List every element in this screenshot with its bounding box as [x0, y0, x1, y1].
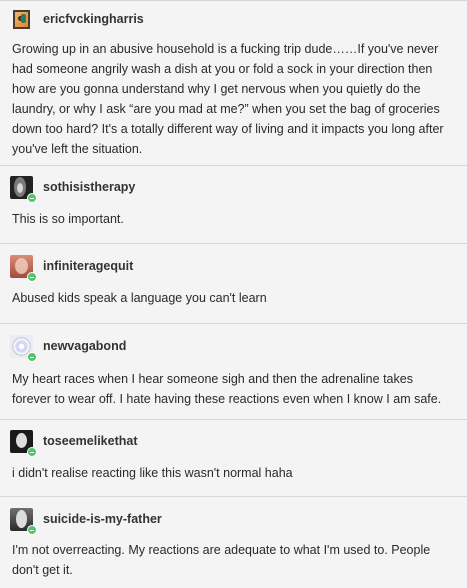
- avatar-image: [10, 7, 33, 31]
- post-entry: infiniteragequit Abused kids speak a lan…: [0, 244, 467, 324]
- follow-icon[interactable]: [27, 271, 37, 282]
- avatar[interactable]: [10, 429, 37, 457]
- avatar[interactable]: [10, 334, 37, 362]
- post-entry: sothisistherapy This is so important.: [0, 166, 467, 244]
- follow-icon[interactable]: [27, 446, 37, 457]
- avatar[interactable]: [10, 7, 33, 31]
- post-text: Growing up in an abusive household is a …: [12, 42, 444, 156]
- post-text: i didn't realise reacting like this wasn…: [12, 466, 293, 480]
- post-text: This is so important.: [12, 212, 124, 226]
- post-header: toseemelikethat: [10, 429, 137, 457]
- follow-icon[interactable]: [27, 351, 37, 362]
- post-entry: ericfvckingharris Growing up in an abusi…: [0, 1, 467, 166]
- post-header: infiniteragequit: [10, 254, 133, 282]
- post-header: suicide-is-my-father: [10, 507, 162, 535]
- cube-avatar-icon: [13, 9, 30, 29]
- username[interactable]: ericfvckingharris: [43, 12, 144, 26]
- post-header: ericfvckingharris: [10, 7, 144, 31]
- post-entry: toseemelikethat i didn't realise reactin…: [0, 420, 467, 497]
- reblog-thread: ericfvckingharris Growing up in an abusi…: [0, 0, 467, 588]
- portrait-icon: [16, 509, 27, 528]
- post-text: My heart races when I hear someone sigh …: [12, 372, 442, 406]
- portrait-icon: [16, 432, 27, 448]
- username[interactable]: newvagabond: [43, 339, 126, 353]
- username[interactable]: infiniteragequit: [43, 259, 133, 273]
- portrait-icon: [14, 176, 26, 197]
- username[interactable]: sothisistherapy: [43, 180, 135, 194]
- username[interactable]: suicide-is-my-father: [43, 512, 162, 526]
- post-text: Abused kids speak a language you can't l…: [12, 291, 267, 305]
- post-entry: newvagabond My heart races when I hear s…: [0, 324, 467, 420]
- follow-icon[interactable]: [27, 524, 37, 535]
- avatar[interactable]: [10, 175, 37, 203]
- username[interactable]: toseemelikethat: [43, 434, 137, 448]
- portrait-icon: [15, 257, 28, 274]
- post-header: newvagabond: [10, 334, 126, 362]
- follow-icon[interactable]: [27, 192, 37, 203]
- post-text: I'm not overreacting. My reactions are a…: [12, 543, 431, 577]
- post-entry: suicide-is-my-father I'm not overreactin…: [0, 497, 467, 588]
- avatar[interactable]: [10, 254, 37, 282]
- avatar[interactable]: [10, 507, 37, 535]
- post-header: sothisistherapy: [10, 175, 135, 203]
